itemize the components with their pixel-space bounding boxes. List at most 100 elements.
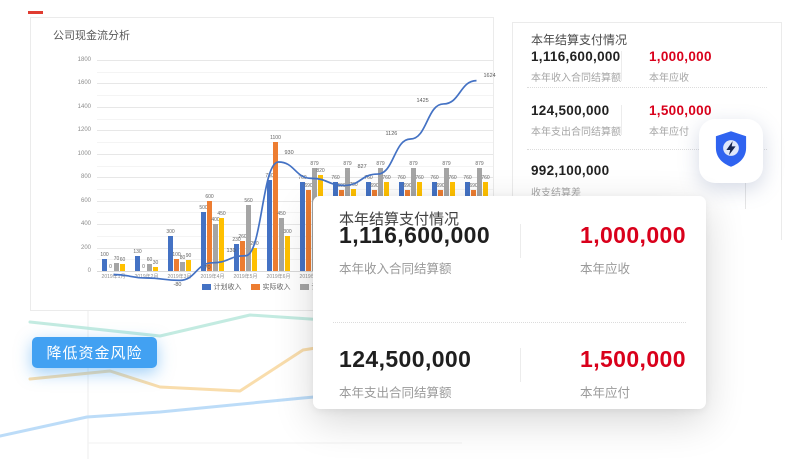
expense-settlement-label: 本年支出合同结算额: [531, 123, 621, 138]
income-settlement-value: 1,116,600,000: [531, 49, 621, 64]
bar-value-label: 879: [435, 162, 459, 167]
line-value-label: 1624: [484, 73, 496, 79]
settlement-popup-card: 本年结算支付情况 1,116,600,000 本年收入合同结算额 1,000,0…: [313, 196, 706, 409]
y-tick-label: 1000: [59, 151, 91, 157]
line-value-label: 1126: [386, 131, 398, 137]
summary-title: 本年结算支付情况: [531, 31, 627, 48]
grid-line: [97, 60, 493, 61]
bar-value-label: 879: [336, 162, 360, 167]
grid-line: [97, 142, 493, 143]
column-divider: [621, 51, 622, 81]
grid-line: [97, 119, 493, 120]
line-value-label: 1425: [417, 98, 429, 104]
line-value-label: 70: [205, 265, 211, 271]
bar-value-label: 300: [276, 230, 300, 235]
bar: [246, 205, 251, 271]
y-tick-label: 400: [59, 221, 91, 227]
y-tick-label: 1600: [59, 80, 91, 86]
bar-value-label: 760: [375, 176, 399, 181]
balance-value: 992,100,000: [531, 163, 609, 178]
bar-value-label: 760: [474, 176, 498, 181]
x-tick-label: 2019年5月: [229, 274, 263, 280]
grid-line: [97, 72, 493, 73]
bar-value-label: 760: [408, 176, 432, 181]
y-tick-label: 1400: [59, 104, 91, 110]
bar: [306, 190, 311, 271]
popup-income-settlement-label: 本年收入合同结算额: [339, 258, 452, 277]
income-settlement-label: 本年收入合同结算额: [531, 69, 621, 84]
column-divider: [520, 348, 521, 382]
bar-value-label: 700: [342, 183, 366, 188]
row-separator: [527, 87, 767, 88]
bar-value-label: 879: [369, 162, 393, 167]
popup-payable-label: 本年应付: [580, 382, 630, 401]
bar-value-label: 879: [468, 162, 492, 167]
x-tick-label: 2019年2月: [130, 274, 164, 280]
bar-value-label: 879: [402, 162, 426, 167]
bar-value-label: 130: [126, 250, 150, 255]
bar-value-label: 30: [144, 261, 168, 266]
dashboard-stage: 公司现金流分析 20040060080010001200140016001800…: [0, 0, 792, 459]
bar: [213, 224, 218, 271]
bar-value-label: 760: [441, 176, 465, 181]
bar-value-label: 600: [198, 195, 222, 200]
line-value-label: 130: [227, 248, 236, 254]
row-separator: [333, 322, 686, 323]
bar-value-label: 200: [243, 242, 267, 247]
bar-value-label: 560: [237, 199, 261, 204]
legend-label: 计划收入: [214, 282, 242, 292]
grid-line: [97, 107, 493, 108]
bar: [285, 236, 290, 271]
popup-expense-settlement-value: 124,500,000: [339, 346, 471, 373]
bar: [207, 201, 212, 271]
bar: [273, 142, 278, 271]
reduce-risk-badge[interactable]: 降低资金风险: [32, 337, 157, 368]
x-tick-label: 2019年6月: [262, 274, 296, 280]
popup-receivable-label: 本年应收: [580, 258, 630, 277]
bar: [267, 180, 272, 271]
popup-payable-value: 1,500,000: [580, 346, 686, 373]
legend-swatch: [300, 284, 309, 290]
legend-item[interactable]: 计划收入: [202, 282, 242, 292]
risk-shield-button[interactable]: [699, 119, 763, 183]
column-divider: [745, 183, 746, 209]
bar: [252, 248, 257, 271]
x-tick-label: 2019年4月: [196, 274, 230, 280]
bar-value-label: 500: [192, 206, 216, 211]
bar: [219, 218, 224, 271]
top-left-marker: [28, 11, 43, 14]
bar-value-label: 450: [210, 212, 234, 217]
bar: [186, 260, 191, 271]
column-divider: [621, 105, 622, 135]
bar-value-label: 260: [231, 235, 255, 240]
expense-settlement-value: 124,500,000: [531, 103, 609, 118]
bar-value-label: 820: [309, 169, 333, 174]
legend-swatch: [251, 284, 260, 290]
y-tick-label: 1200: [59, 127, 91, 133]
bar: [174, 259, 179, 271]
popup-expense-settlement-label: 本年支出合同结算额: [339, 382, 452, 401]
grid-line: [97, 154, 493, 155]
reduce-risk-label: 降低资金风险: [46, 342, 142, 363]
bar-value-label: 300: [159, 230, 183, 235]
legend-item[interactable]: 实际收入: [251, 282, 291, 292]
payable-value: 1,500,000: [649, 103, 712, 118]
legend-label: 实际收入: [263, 282, 291, 292]
bar-value-label: 60: [111, 258, 135, 263]
y-tick-label: 0: [59, 268, 91, 274]
bar: [114, 263, 119, 271]
bar-value-label: 90: [177, 254, 201, 259]
grid-line: [97, 95, 493, 96]
y-tick-label: 1800: [59, 57, 91, 63]
bar: [279, 218, 284, 271]
receivable-value: 1,000,000: [649, 49, 712, 64]
popup-receivable-value: 1,000,000: [580, 222, 686, 249]
bar: [120, 264, 125, 271]
x-tick-label: 2019年3月: [163, 274, 197, 280]
y-tick-label: 200: [59, 245, 91, 251]
receivable-label: 本年应收: [649, 69, 689, 84]
x-tick-label: 2019年1月: [97, 274, 131, 280]
bar-value-label: 1100: [264, 136, 288, 141]
bar: [180, 262, 185, 271]
bar: [300, 182, 305, 271]
